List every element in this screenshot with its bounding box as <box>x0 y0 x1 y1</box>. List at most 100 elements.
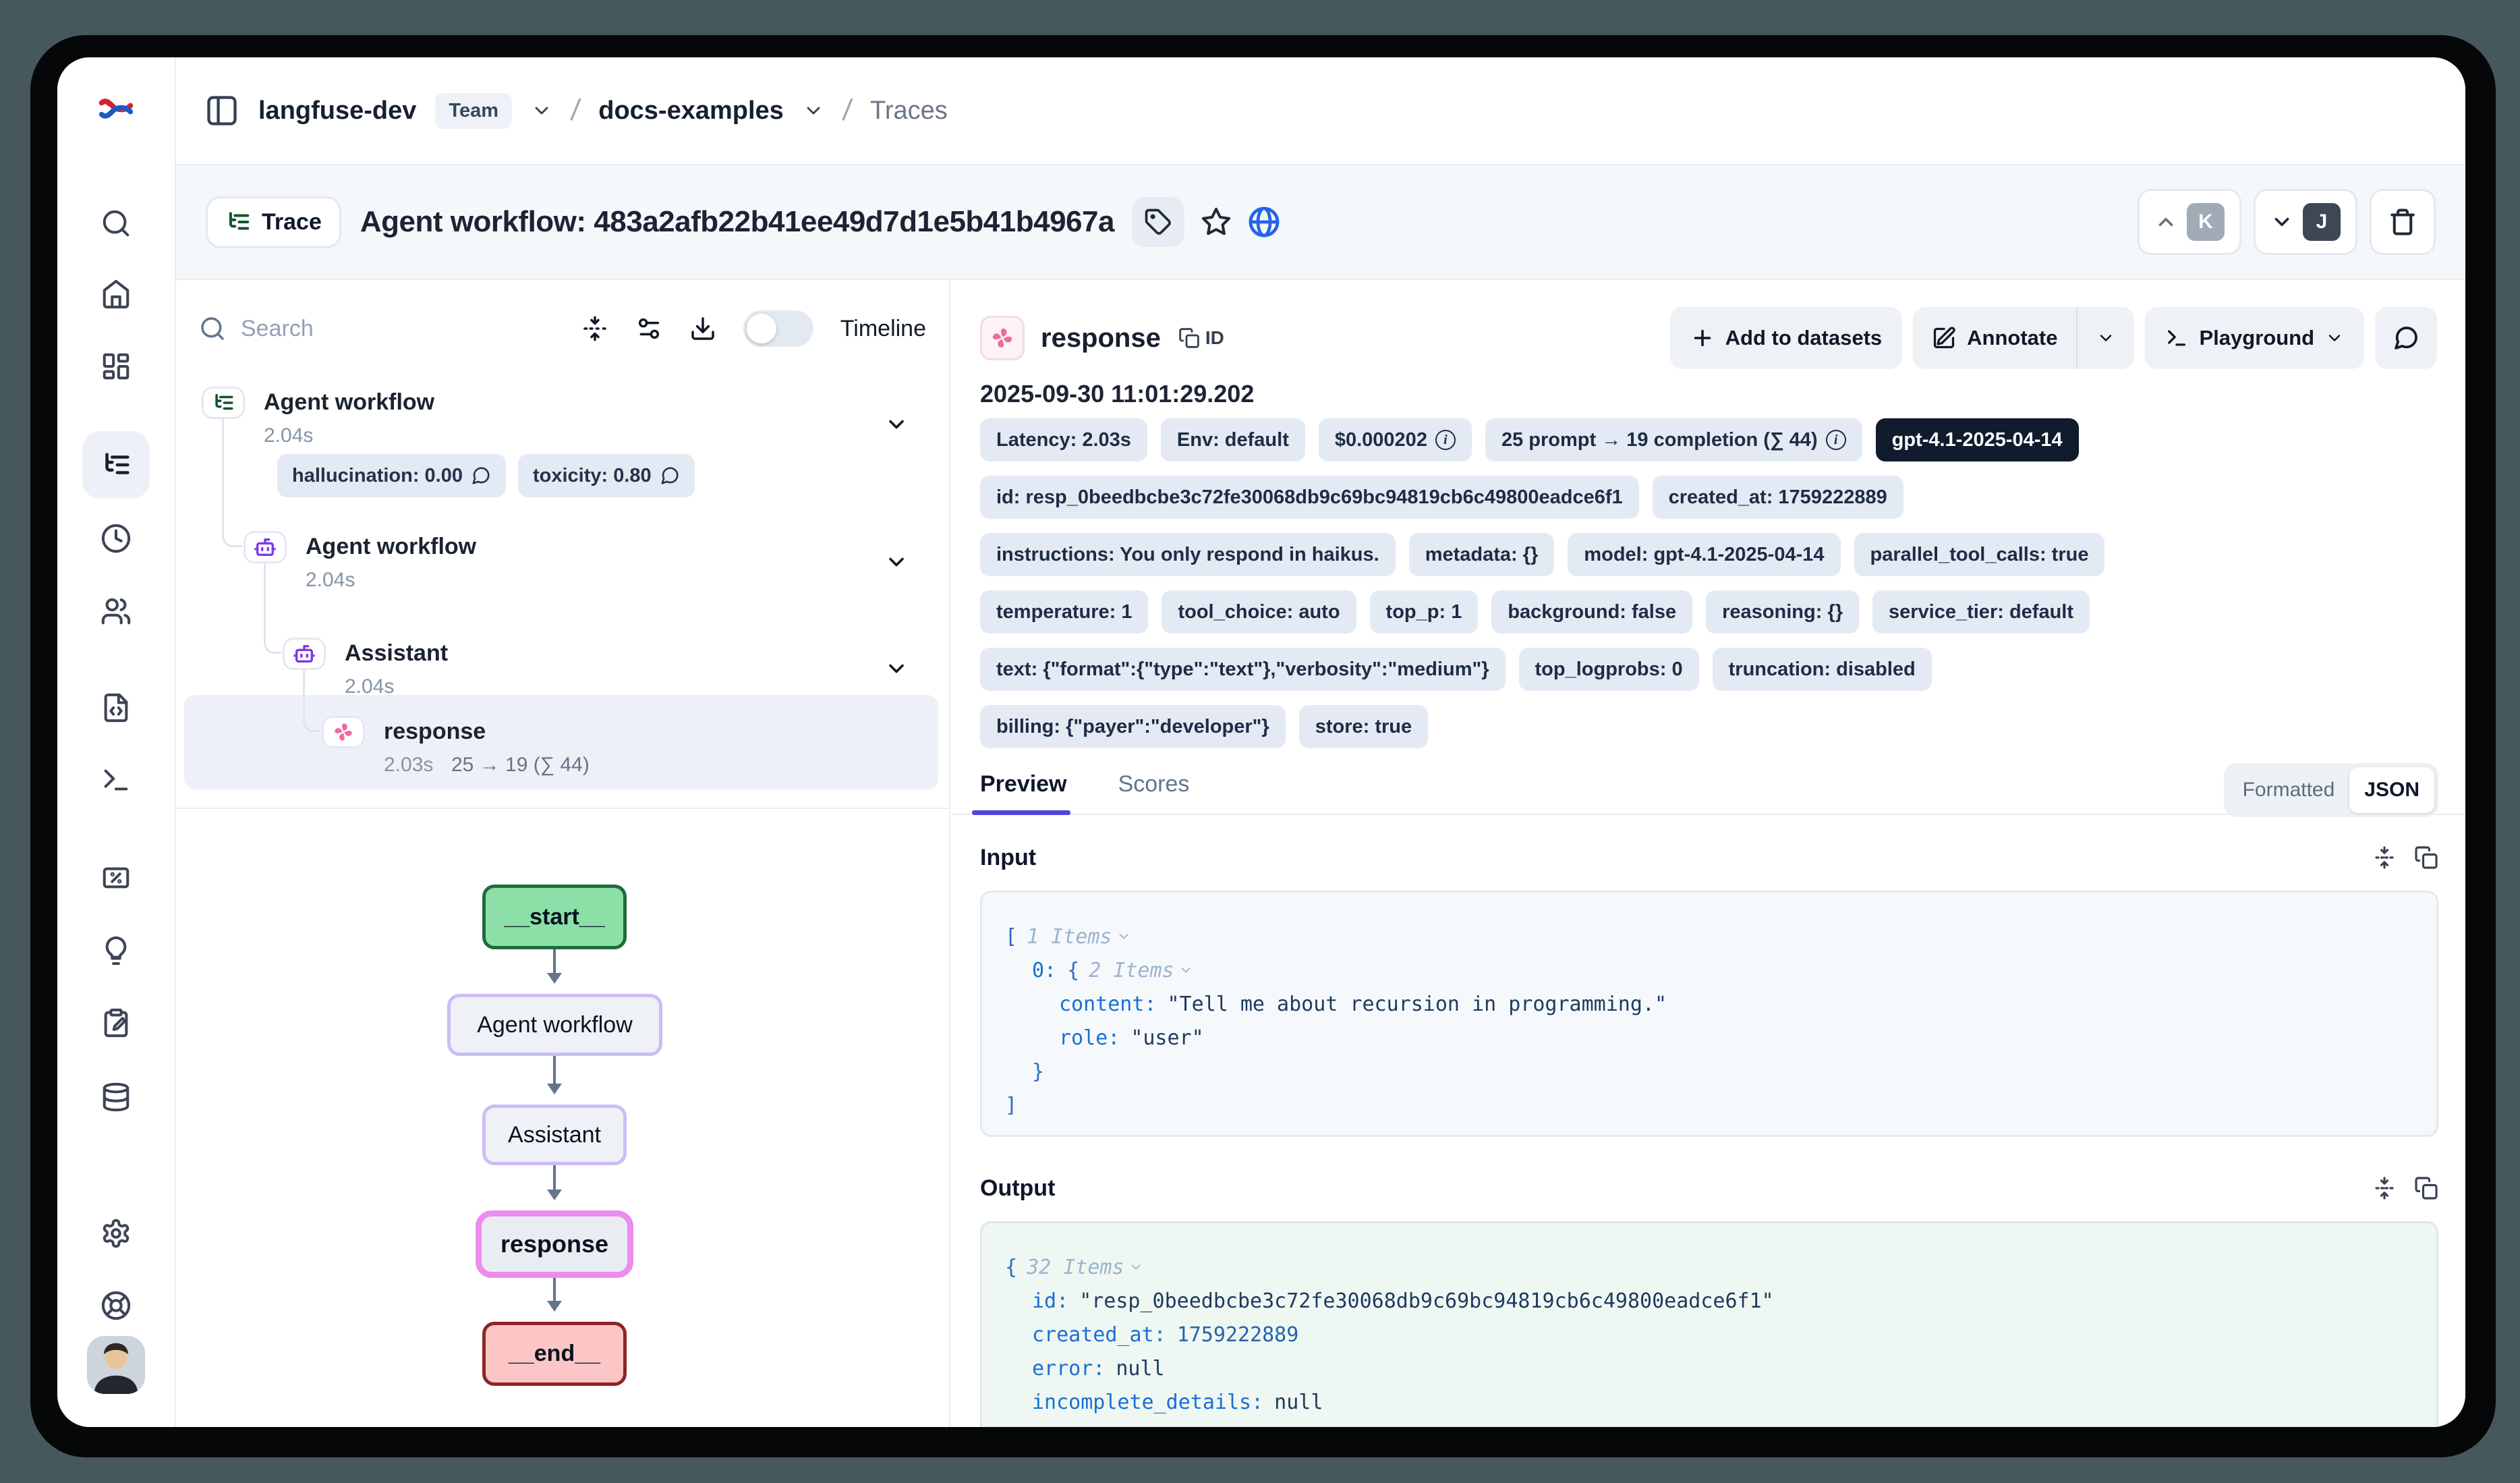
collapse-chevron-icon[interactable] <box>1128 1260 1143 1275</box>
public-globe-button[interactable] <box>1248 206 1280 238</box>
nav-rail <box>57 57 176 1427</box>
param-badge: tool_choice: auto <box>1162 590 1356 634</box>
pen-icon <box>1932 326 1956 350</box>
output-header: Output <box>980 1172 2438 1204</box>
annotate-button-group: Annotate <box>1913 307 2134 369</box>
model-badge[interactable]: gpt-4.1-2025-04-14 <box>1876 418 2079 461</box>
timestamp: 2025-09-30 11:01:29.202 <box>980 380 1254 408</box>
chevron-down-icon[interactable] <box>531 100 552 121</box>
graph-node-end[interactable]: __end__ <box>482 1322 627 1386</box>
playground-button[interactable]: Playground <box>2145 307 2364 369</box>
collapse-all-icon[interactable] <box>581 315 608 342</box>
user-avatar[interactable] <box>87 1336 145 1394</box>
graph-edge <box>553 1165 556 1197</box>
delete-trace-button[interactable] <box>2370 189 2436 255</box>
sidebar-item-support[interactable] <box>101 1290 132 1321</box>
app-window: langfuse-dev Team / docs-examples / Trac… <box>57 57 2465 1427</box>
trace-icon <box>202 387 245 419</box>
param-badge: parallel_tool_calls: true <box>1854 533 2105 576</box>
add-to-datasets-button[interactable]: Add to datasets <box>1670 307 1903 369</box>
sidebar-item-tracing[interactable] <box>82 431 150 499</box>
output-json-viewer: {32 Items id:"resp_0beedbcbe3c72fe30068d… <box>980 1221 2438 1427</box>
output-title: Output <box>980 1175 1055 1202</box>
prev-trace-button[interactable]: K <box>2138 189 2241 255</box>
agent-icon <box>283 638 326 670</box>
view-settings-icon[interactable] <box>635 315 662 342</box>
format-toggle-json[interactable]: JSON <box>2349 767 2434 813</box>
score-badge[interactable]: toxicity: 0.80 <box>518 454 695 497</box>
copy-id-button[interactable]: ID <box>1178 327 1224 349</box>
sidebar-item-search[interactable] <box>101 208 132 239</box>
tab-preview[interactable]: Preview <box>980 771 1067 798</box>
annotate-dropdown-button[interactable] <box>2078 307 2134 369</box>
breadcrumb-org[interactable]: langfuse-dev <box>258 96 416 125</box>
format-toggle: Formatted JSON <box>2224 763 2438 817</box>
sidebar-item-dashboards[interactable] <box>101 351 132 382</box>
sidebar-item-annotation[interactable] <box>101 1007 132 1038</box>
score-badge[interactable]: hallucination: 0.00 <box>277 454 506 497</box>
chevron-down-icon[interactable] <box>884 412 909 437</box>
param-badge: created_at: 1759222889 <box>1653 476 1903 519</box>
cost-badge: $0.000202i <box>1319 418 1472 461</box>
param-badge: reasoning: {} <box>1706 590 1859 634</box>
env-badge: Env: default <box>1161 418 1305 461</box>
sidebar-item-users[interactable] <box>101 596 132 627</box>
download-icon[interactable] <box>689 315 716 342</box>
sidebar-item-home[interactable] <box>101 279 132 310</box>
graph-node-agent-workflow[interactable]: Agent workflow <box>447 994 662 1056</box>
breadcrumb-page[interactable]: Traces <box>870 96 948 125</box>
tab-scores[interactable]: Scores <box>1118 771 1190 798</box>
input-json-viewer: [1 Items 0:{2 Items content:"Tell me abo… <box>980 891 2438 1137</box>
copy-icon[interactable] <box>2414 845 2438 870</box>
param-badge: background: false <box>1491 590 1692 634</box>
tree-toolbar: Timeline <box>199 300 926 357</box>
input-header: Input <box>980 841 2438 874</box>
param-badge: instructions: You only respond in haikus… <box>980 533 1396 576</box>
bookmark-star-button[interactable] <box>1201 206 1232 237</box>
tag-button[interactable] <box>1132 197 1184 247</box>
breadcrumb-project[interactable]: docs-examples <box>598 96 784 125</box>
search-input[interactable] <box>241 316 443 342</box>
sidebar-item-scores[interactable] <box>101 862 132 893</box>
collapse-chevron-icon[interactable] <box>1116 929 1131 944</box>
sidebar-item-settings[interactable] <box>101 1218 132 1249</box>
plus-icon <box>1690 326 1715 350</box>
graph-node-assistant[interactable]: Assistant <box>482 1104 627 1165</box>
tree-connector <box>303 670 320 732</box>
trace-header: Trace Agent workflow: 483a2afb22b41ee49d… <box>176 165 2465 280</box>
copy-icon[interactable] <box>2414 1176 2438 1200</box>
chevron-down-icon[interactable] <box>884 656 909 681</box>
collapse-chevron-icon[interactable] <box>1178 963 1193 978</box>
breadcrumb-separator: / <box>840 94 853 128</box>
trace-score-badges: hallucination: 0.00 toxicity: 0.80 <box>277 454 695 497</box>
terminal-icon <box>2165 327 2188 349</box>
chevron-down-icon[interactable] <box>803 100 824 121</box>
langfuse-logo <box>98 90 134 127</box>
collapse-icon[interactable] <box>2372 845 2397 870</box>
annotate-button[interactable]: Annotate <box>1913 307 2076 369</box>
comments-button[interactable] <box>2375 307 2437 369</box>
timeline-toggle[interactable] <box>743 310 813 347</box>
format-toggle-formatted[interactable]: Formatted <box>2228 779 2350 802</box>
active-tab-indicator <box>972 810 1070 815</box>
panel-toggle-icon[interactable] <box>204 93 239 128</box>
generation-icon <box>980 316 1025 360</box>
collapse-icon[interactable] <box>2372 1176 2397 1200</box>
info-icon[interactable]: i <box>1826 430 1846 450</box>
shortcut-key-j: J <box>2303 203 2341 241</box>
sidebar-item-evaluators[interactable] <box>101 935 132 966</box>
next-trace-button[interactable]: J <box>2254 189 2357 255</box>
param-badge: text: {"format":{"type":"text"},"verbosi… <box>980 648 1506 691</box>
chevron-down-icon[interactable] <box>884 550 909 574</box>
observation-detail-panel: response ID Add to datasets Annotate <box>952 280 2465 1427</box>
graph-node-response[interactable]: response <box>476 1210 633 1278</box>
sidebar-item-sessions[interactable] <box>101 523 132 554</box>
sidebar-item-datasets[interactable] <box>101 1082 132 1113</box>
breadcrumb-separator: / <box>569 94 581 128</box>
graph-node-start[interactable]: __start__ <box>482 885 627 949</box>
param-badge: store: true <box>1299 705 1428 748</box>
sidebar-item-playground[interactable] <box>101 764 132 795</box>
chat-bubble-icon <box>2393 325 2419 352</box>
info-icon[interactable]: i <box>1435 430 1456 450</box>
sidebar-item-prompts[interactable] <box>101 692 132 723</box>
